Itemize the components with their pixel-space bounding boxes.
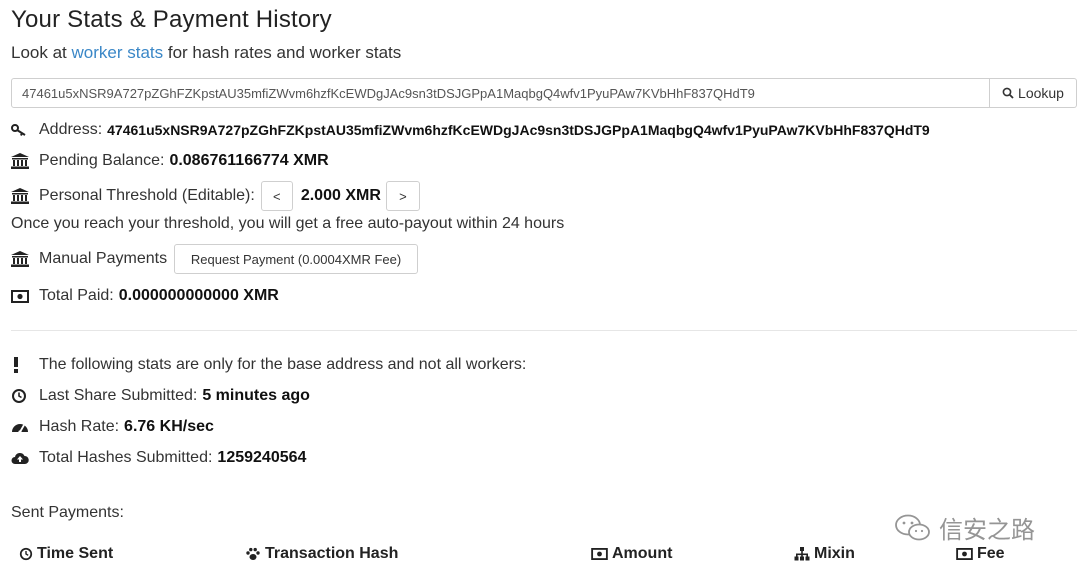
column-amount: Amount bbox=[591, 545, 672, 563]
watermark-text: 信安之路 bbox=[939, 516, 1035, 544]
sent-payments-heading: Sent Payments: bbox=[11, 504, 124, 521]
pending-balance-label: Pending Balance: bbox=[39, 152, 165, 169]
notice-text: The following stats are only for the bas… bbox=[39, 356, 527, 373]
column-label: Transaction Hash bbox=[265, 545, 399, 562]
key-icon bbox=[11, 123, 31, 137]
worker-stats-link[interactable]: worker stats bbox=[72, 43, 164, 62]
subtitle-suffix: for hash rates and worker stats bbox=[163, 43, 402, 62]
pending-balance-value: 0.086761166774 XMR bbox=[169, 152, 329, 169]
bank-icon bbox=[11, 251, 31, 267]
subtitle-prefix: Look at bbox=[11, 43, 72, 62]
page-subtitle: Look at worker stats for hash rates and … bbox=[11, 43, 401, 63]
column-label: Amount bbox=[612, 545, 673, 562]
lookup-button[interactable]: Lookup bbox=[990, 78, 1077, 108]
column-transaction-hash: Transaction Hash bbox=[245, 545, 398, 563]
hash-rate-value: 6.76 KH/sec bbox=[124, 418, 214, 435]
threshold-label: Personal Threshold (Editable): bbox=[39, 187, 255, 204]
threshold-increase-button[interactable]: > bbox=[385, 181, 420, 211]
last-share-label: Last Share Submitted: bbox=[39, 387, 198, 404]
cloud-upload-icon bbox=[11, 451, 31, 465]
column-label: Mixin bbox=[814, 545, 855, 562]
total-paid-value: 0.000000000000 XMR bbox=[118, 287, 279, 304]
column-mixin: Mixin bbox=[794, 545, 855, 563]
column-label: Time Sent bbox=[37, 545, 114, 562]
sitemap-icon bbox=[794, 547, 810, 561]
hash-rate-label: Hash Rate: bbox=[39, 418, 120, 435]
exclamation-icon bbox=[11, 357, 31, 373]
dashboard-icon bbox=[11, 420, 31, 434]
address-row: Address: 47461u5xNSR9A727pZGhFZKpstAU35m… bbox=[11, 121, 930, 139]
hash-rate-row: Hash Rate: 6.76 KH/sec bbox=[11, 418, 214, 436]
payments-table-header: Time Sent Transaction Hash Amount Mixin … bbox=[8, 545, 1068, 565]
threshold-row: Personal Threshold (Editable): < 2.000 X… bbox=[11, 181, 420, 211]
wechat-icon bbox=[895, 514, 930, 540]
section-divider bbox=[11, 330, 1077, 331]
manual-payments-row: Manual Payments Request Payment (0.0004X… bbox=[11, 244, 419, 274]
threshold-note: Once you reach your threshold, you will … bbox=[11, 215, 565, 232]
threshold-value: 2.000 XMR bbox=[300, 187, 381, 204]
column-label: Fee bbox=[977, 545, 1005, 562]
page-title: Your Stats & Payment History bbox=[11, 6, 332, 33]
money-icon bbox=[591, 548, 608, 560]
address-label: Address: bbox=[39, 121, 103, 138]
pending-balance-row: Pending Balance: 0.086761166774 XMR bbox=[11, 152, 329, 170]
last-share-row: Last Share Submitted: 5 minutes ago bbox=[11, 387, 310, 405]
clock-icon bbox=[11, 388, 31, 404]
search-icon bbox=[1002, 87, 1014, 99]
total-paid-row: Total Paid: 0.000000000000 XMR bbox=[11, 287, 279, 305]
paw-icon bbox=[246, 547, 260, 560]
lookup-button-label: Lookup bbox=[1018, 85, 1064, 101]
total-hashes-label: Total Hashes Submitted: bbox=[39, 449, 213, 466]
address-lookup: Lookup bbox=[11, 78, 1077, 108]
watermark: 信安之路 bbox=[893, 510, 1035, 545]
notice-row: The following stats are only for the bas… bbox=[11, 356, 526, 374]
address-input[interactable] bbox=[11, 78, 990, 108]
threshold-decrease-button[interactable]: < bbox=[260, 181, 293, 211]
column-fee: Fee bbox=[956, 545, 1005, 563]
address-value: 47461u5xNSR9A727pZGhFZKpstAU35mfiZWvm6hz… bbox=[107, 122, 930, 138]
manual-payments-label: Manual Payments bbox=[39, 250, 168, 267]
money-icon bbox=[11, 289, 31, 303]
bank-icon bbox=[11, 153, 31, 169]
column-time-sent: Time Sent bbox=[19, 545, 113, 563]
total-hashes-row: Total Hashes Submitted: 1259240564 bbox=[11, 449, 306, 467]
request-payment-button[interactable]: Request Payment (0.0004XMR Fee) bbox=[174, 244, 419, 274]
money-icon bbox=[956, 548, 973, 560]
total-hashes-value: 1259240564 bbox=[217, 449, 307, 466]
total-paid-label: Total Paid: bbox=[39, 287, 114, 304]
bank-icon bbox=[11, 188, 31, 204]
last-share-value: 5 minutes ago bbox=[202, 387, 310, 404]
clock-icon bbox=[19, 547, 33, 561]
